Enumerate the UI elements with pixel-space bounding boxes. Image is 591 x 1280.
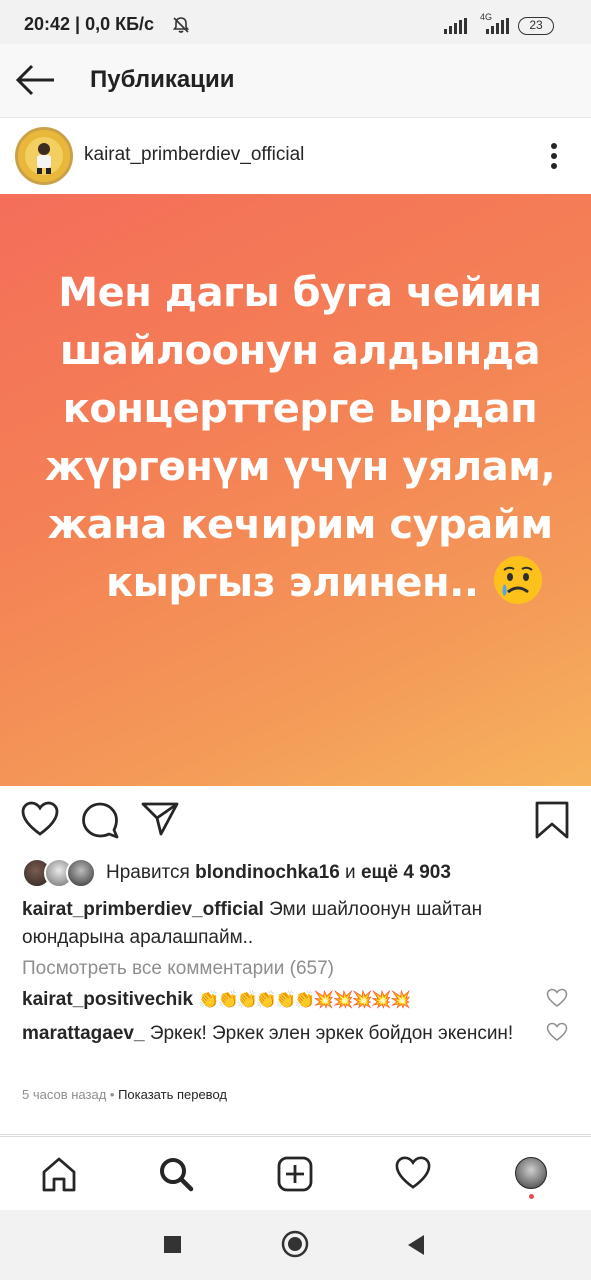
likes-count[interactable]: ещё 4 903 [361,862,451,883]
heart-icon[interactable] [20,800,60,838]
image-text-line: жүргөнүм үчүн уялам, [44,444,556,490]
show-translation-link[interactable]: Показать перевод [118,1087,227,1102]
image-text-line: концерттерге ырдап [62,386,538,432]
post-image-text: Мен дагы буга чейин шайлоонун алдында ко… [20,264,580,612]
home-icon[interactable] [40,1155,78,1193]
mute-bell-icon [172,17,190,33]
likes-text: Нравится blondinochka16 и ещё 4 903 [106,862,451,884]
back-arrow-icon[interactable] [14,62,58,98]
notification-dot [529,1194,534,1199]
page-title: Публикации [90,66,235,93]
search-icon[interactable] [157,1155,195,1193]
post-author-avatar[interactable] [15,127,73,185]
signal-icon [444,18,467,34]
bookmark-icon[interactable] [534,800,570,840]
post-image[interactable]: Мен дагы буга чейин шайлоонун алдында ко… [0,194,591,786]
post-timestamp: 5 часов назад • Показать перевод [22,1087,227,1102]
comment-username[interactable]: marattagaev_ [22,1023,145,1044]
comment-like-heart-icon[interactable] [546,1022,568,1042]
divider [0,1134,591,1135]
comment-icon[interactable] [80,800,120,840]
comment-item: marattagaev_ Эркек! Эркек элен эркек бой… [22,1020,522,1048]
likes-prefix: Нравится [106,862,190,883]
status-bar: 20:42 | 0,0 КБ/с 4G 23 [0,0,591,44]
likes-user[interactable]: blondinochka16 [195,862,340,883]
more-vertical-icon[interactable] [542,138,566,174]
image-text-line: кыргыз элинен.. [106,560,479,606]
separator-dot: • [109,1087,119,1102]
avatar-image [18,130,70,182]
avatar [66,858,96,888]
app-bar: Публикации [0,44,591,118]
image-text-line: жана кечирим сурайм [47,502,553,548]
comment-text: Эркек! Эркек элен эркек бойдон экенсин! [149,1023,514,1044]
caption-username[interactable]: kairat_primberdiev_official [22,899,264,920]
post-caption: kairat_primberdiev_official Эми шайлоону… [22,896,552,952]
image-text-last-row: кыргыз элинен.. [20,554,580,612]
post-header: kairat_primberdiev_official [0,118,591,194]
image-text-line: шайлоонун алдында [59,328,541,374]
signal-4g-icon [486,18,509,34]
share-icon[interactable] [140,800,180,838]
recents-button[interactable] [164,1236,181,1253]
time-ago: 5 часов назад [22,1087,107,1102]
battery-level: 23 [529,18,543,32]
post-actions [0,786,591,856]
comment-like-heart-icon[interactable] [546,988,568,1008]
comment-text: 👏👏👏👏👏👏💥💥💥💥💥 [198,990,411,1010]
image-text-line: Мен дагы буга чейин [58,270,542,316]
liker-avatars [22,858,100,888]
comment-item: kairat_positivechik 👏👏👏👏👏👏💥💥💥💥💥 [22,986,522,1014]
likes-row[interactable]: Нравится blondinochka16 и ещё 4 903 [0,856,591,892]
view-all-comments-link[interactable]: Посмотреть все комментарии (657) [22,958,334,980]
add-icon[interactable] [276,1155,314,1193]
system-nav-bar [0,1210,591,1280]
home-button[interactable] [281,1230,309,1258]
status-time: 20:42 | 0,0 КБ/с [24,14,155,34]
comment-username[interactable]: kairat_positivechik [22,989,193,1010]
sad-face-emoji-icon [493,556,542,604]
activity-icon[interactable] [394,1155,432,1191]
back-button[interactable] [406,1234,426,1256]
post-author-username[interactable]: kairat_primberdiev_official [84,144,304,166]
profile-avatar[interactable] [515,1157,547,1189]
bottom-nav [0,1136,591,1210]
battery-indicator: 23 [518,17,554,35]
likes-middle: и [345,862,356,883]
